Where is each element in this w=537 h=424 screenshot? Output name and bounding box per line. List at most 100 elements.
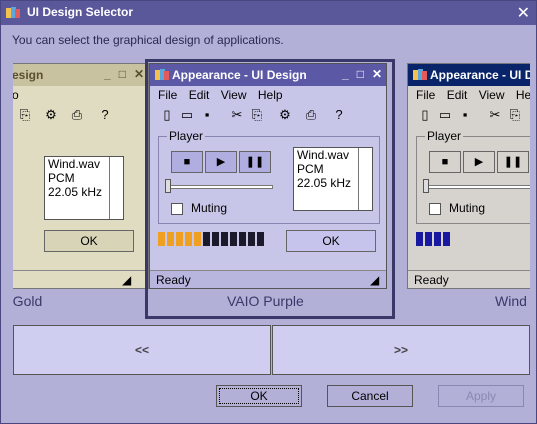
design-label-windows: Wind	[495, 293, 527, 309]
preview-title-bar: esign _ □ ✕	[13, 64, 148, 86]
toolbar: ▯ ▭ ▪ ✂ ⎘	[408, 104, 530, 128]
meter-segment	[488, 232, 495, 246]
toolbar: ▯ ▭ ▪ ✂ ⎘ ⚙ ⎙ ?	[150, 104, 386, 128]
design-preview-carousel: esign _ □ ✕ o ⎘ ⚙ ⎙ ? Wind.wav PCM 22.05 k…	[13, 57, 530, 321]
menu-edit: Edit	[446, 88, 468, 102]
muting-checkbox	[429, 203, 441, 215]
cancel-button[interactable]: Cancel	[327, 385, 413, 407]
design-label-gold: e Gold	[13, 293, 43, 309]
meter-segment	[194, 232, 201, 246]
preview-ok-button: OK	[44, 230, 134, 252]
slider-thumb	[165, 179, 171, 193]
meter-segment	[434, 232, 441, 246]
meter-segment	[416, 232, 423, 246]
cut-icon: ✂	[231, 107, 243, 122]
open-icon: ▭	[438, 107, 452, 122]
meter-segment	[212, 232, 219, 246]
print-icon: ⎙	[71, 107, 83, 122]
preview-windows[interactable]: Appearance - UI De File Edit View Help ▯…	[407, 63, 530, 289]
new-icon: ▯	[163, 107, 171, 122]
dialog-description: You can select the graphical design of a…	[12, 33, 284, 47]
meter-segment	[167, 232, 174, 246]
meter-segment	[497, 232, 504, 246]
close-icon[interactable]: ✕	[517, 3, 530, 23]
open-icon: ▭	[180, 107, 194, 122]
app-icon	[155, 69, 169, 80]
info-listbox: Wind.wav PCM 22.05 kHz	[293, 147, 373, 211]
window-controls: _ □ ✕	[334, 67, 382, 81]
meter-segment	[257, 232, 264, 246]
meter-segment	[479, 232, 486, 246]
meter-segment	[443, 232, 450, 246]
muting-label: Muting	[191, 201, 228, 215]
minimize-icon: _	[342, 67, 349, 81]
menu-file: File	[158, 88, 178, 102]
menu-edit: Edit	[188, 88, 210, 102]
apply-button[interactable]: Apply	[438, 385, 524, 407]
muting-checkbox	[171, 203, 183, 215]
level-meter	[158, 232, 274, 248]
menu-bar: o	[13, 86, 148, 104]
dialog-title: UI Design Selector	[27, 5, 134, 19]
meter-segment	[203, 232, 210, 246]
resize-grip-icon: ◢	[122, 273, 132, 287]
position-slider	[425, 185, 530, 189]
meter-segment	[230, 232, 237, 246]
scrollbar	[358, 148, 372, 210]
play-icon: ▶	[463, 151, 495, 173]
help-icon: ?	[335, 107, 343, 122]
menu-bar: File Edit View Help	[408, 86, 530, 104]
stop-icon: ■	[429, 151, 461, 173]
group-label: Player	[425, 129, 464, 143]
settings-icon: ⚙	[279, 107, 291, 122]
menu-help: Help	[257, 88, 283, 102]
status-bar: ◢	[13, 270, 148, 288]
window-controls: _ □ ✕	[96, 67, 144, 81]
menu-bar: File Edit View Help	[150, 86, 386, 104]
menu-view: View	[220, 88, 247, 102]
preview-purple[interactable]: Appearance - UI Design _ □ ✕ File Edit Vie…	[149, 63, 387, 289]
status-bar: Ready ◢	[150, 270, 386, 288]
preview-title-bar: Appearance - UI Design _ □ ✕	[150, 64, 386, 86]
design-label-purple: VAIO Purple	[227, 293, 304, 309]
level-meter	[416, 232, 530, 248]
toolbar: ⎘ ⚙ ⎙ ?	[13, 104, 148, 128]
status-text: Ready	[156, 273, 191, 287]
help-icon: ?	[101, 107, 109, 122]
meter-segment	[185, 232, 192, 246]
app-icon	[6, 7, 20, 18]
status-text: Ready	[414, 273, 449, 287]
meter-segment	[158, 232, 165, 246]
info-listbox: Wind.wav PCM 22.05 kHz	[44, 156, 124, 220]
meter-segment	[176, 232, 183, 246]
previous-design-button[interactable]: <<	[13, 325, 271, 375]
meter-segment	[239, 232, 246, 246]
copy-icon: ⎘	[251, 107, 263, 122]
minimize-icon: _	[104, 67, 111, 81]
next-design-button[interactable]: >>	[272, 325, 530, 375]
maximize-icon: □	[356, 67, 364, 81]
copy-icon: ⎘	[509, 107, 521, 122]
meter-segment	[221, 232, 228, 246]
ui-design-selector-dialog: UI Design Selector ✕ You can select the …	[0, 0, 537, 424]
preview-gold[interactable]: esign _ □ ✕ o ⎘ ⚙ ⎙ ? Wind.wav PCM 22.05 k…	[13, 63, 149, 289]
close-icon: ✕	[371, 67, 382, 81]
meter-segment	[425, 232, 432, 246]
menu-item: o	[13, 88, 19, 102]
position-slider	[167, 185, 273, 189]
pause-icon: ❚❚	[497, 151, 529, 173]
title-bar: UI Design Selector ✕	[1, 1, 536, 25]
preview-ok-button: OK	[286, 230, 376, 252]
slider-thumb	[423, 179, 429, 193]
copy-icon: ⎘	[19, 107, 31, 122]
player-group: Player ■ ▶ ❚❚ Muting	[416, 129, 530, 224]
menu-help: Help	[515, 88, 530, 102]
meter-segment	[461, 232, 468, 246]
stop-icon: ■	[171, 151, 203, 173]
meter-segment	[248, 232, 255, 246]
preview-title: esign	[13, 68, 44, 82]
ok-button[interactable]: OK	[216, 385, 302, 407]
app-icon	[413, 69, 427, 80]
meter-segment	[515, 232, 522, 246]
cut-icon: ✂	[489, 107, 501, 122]
